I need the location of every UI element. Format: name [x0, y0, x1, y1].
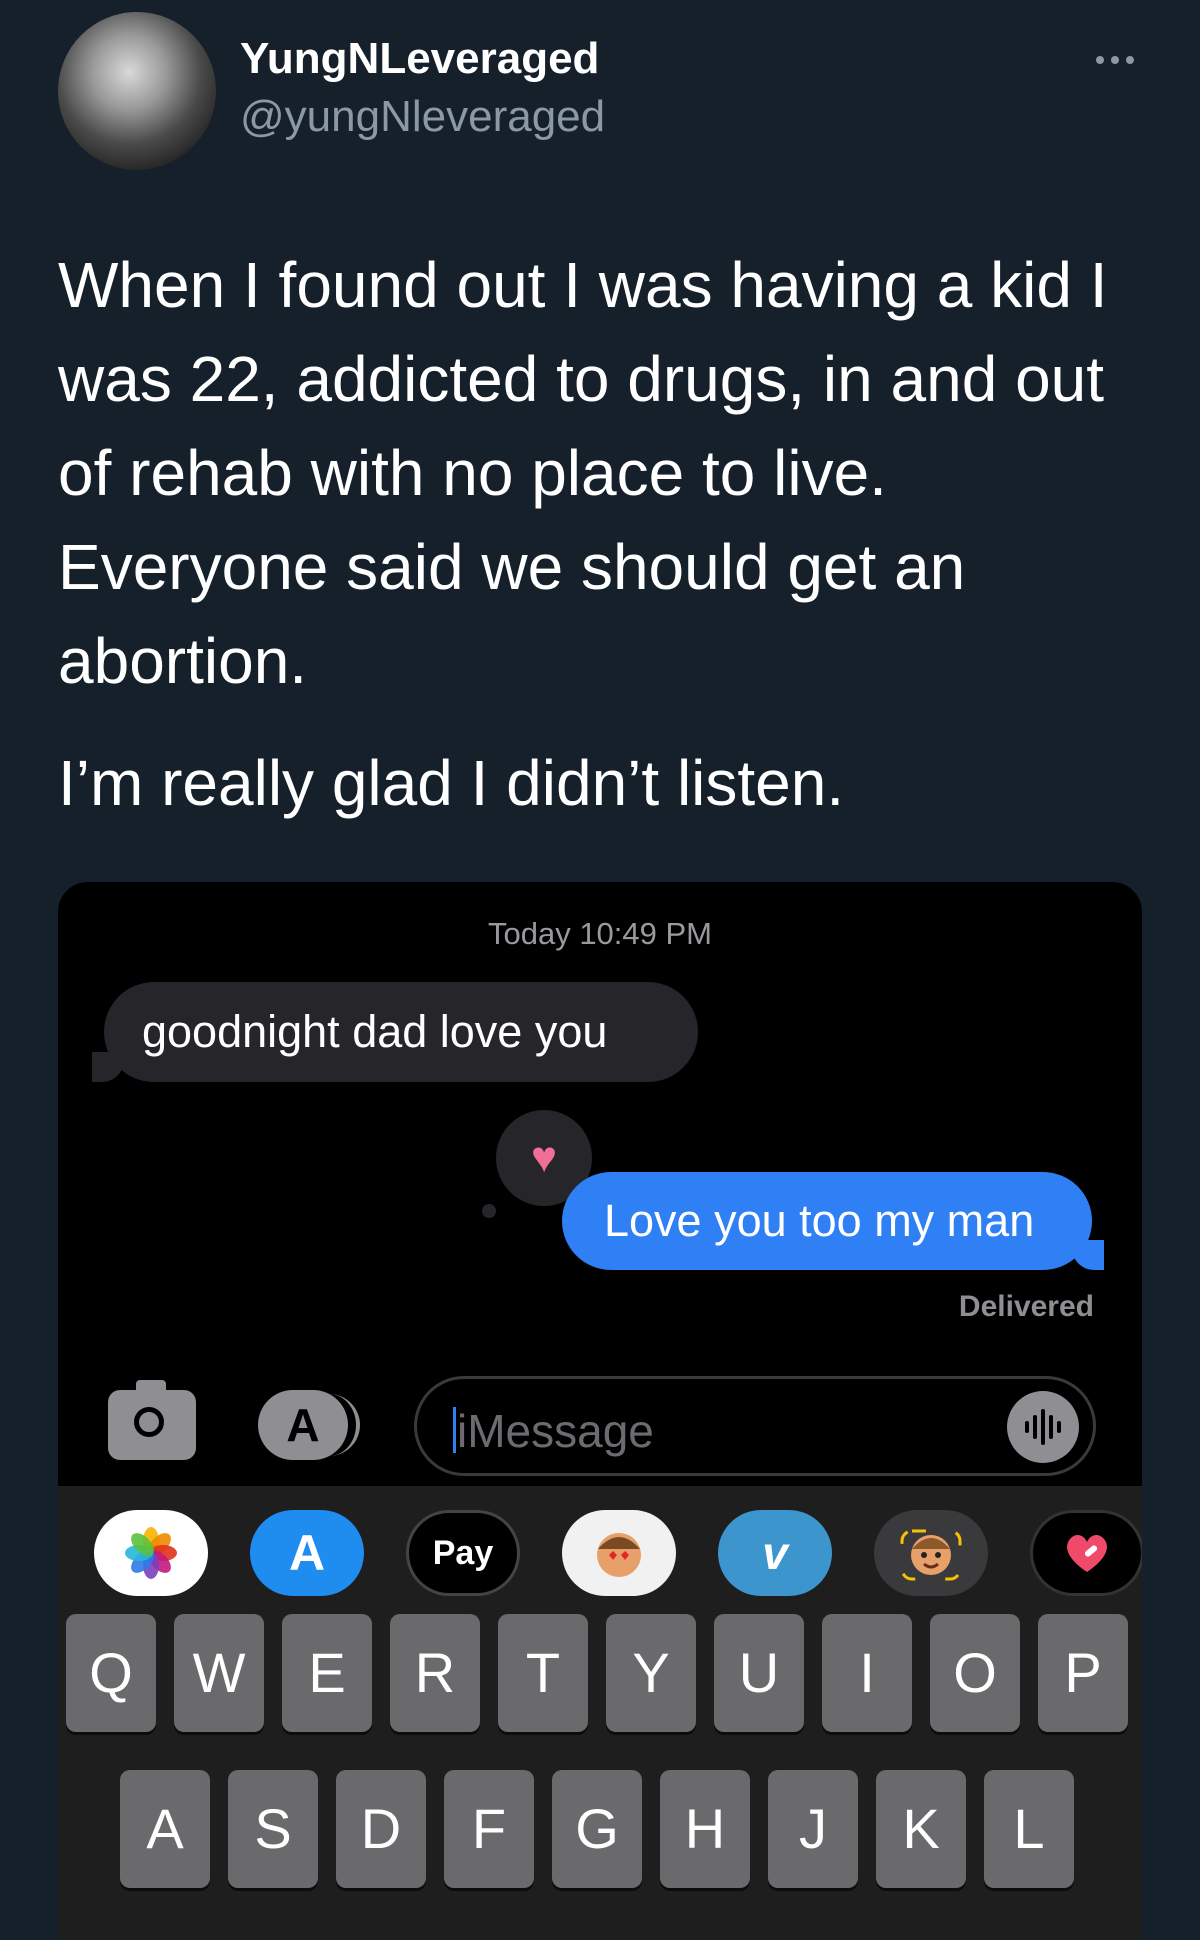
- tapback-tail: [482, 1204, 496, 1218]
- key-q: Q: [66, 1614, 156, 1732]
- key-t: T: [498, 1614, 588, 1732]
- handle[interactable]: @yungNleveraged: [240, 92, 605, 142]
- keyboard: A Pay v Q W E R T Y U I O P A S D F G H …: [58, 1486, 1142, 1940]
- key-w: W: [174, 1614, 264, 1732]
- message-timestamp: Today 10:49 PM: [487, 916, 713, 951]
- camera-icon: [108, 1380, 196, 1460]
- key-p: P: [1038, 1614, 1128, 1732]
- key-g: G: [552, 1770, 642, 1888]
- key-f: F: [444, 1770, 534, 1888]
- photos-icon: [94, 1510, 208, 1596]
- app-store-icon: A: [258, 1390, 360, 1460]
- key-h: H: [660, 1770, 750, 1888]
- memoji-icon: [874, 1510, 988, 1596]
- key-i: I: [822, 1614, 912, 1732]
- avatar[interactable]: [58, 12, 216, 170]
- heart-app-icon: [1030, 1510, 1142, 1596]
- tweet-paragraph: I’m really glad I didn’t listen.: [58, 747, 845, 819]
- key-u: U: [714, 1614, 804, 1732]
- key-y: Y: [606, 1614, 696, 1732]
- key-s: S: [228, 1770, 318, 1888]
- key-j: J: [768, 1770, 858, 1888]
- keyboard-row-2: A S D F G H J K L: [58, 1770, 1142, 1900]
- message-input: iMessage: [414, 1376, 1096, 1476]
- key-a: A: [120, 1770, 210, 1888]
- outgoing-message-bubble: Love you too my man: [562, 1172, 1104, 1270]
- key-e: E: [282, 1614, 372, 1732]
- venmo-icon: v: [718, 1510, 832, 1596]
- apple-pay-label: Pay: [432, 1533, 494, 1572]
- tweet-paragraph: When I found out I was having a kid I wa…: [58, 249, 1108, 697]
- key-d: D: [336, 1770, 426, 1888]
- memoji-stickers-icon: [562, 1510, 676, 1596]
- more-options-icon[interactable]: [1090, 40, 1140, 80]
- key-k: K: [876, 1770, 966, 1888]
- key-o: O: [930, 1614, 1020, 1732]
- keyboard-row-1: Q W E R T Y U I O P: [58, 1614, 1142, 1744]
- app-drawer: A Pay v: [58, 1486, 1142, 1614]
- text-cursor: [453, 1407, 456, 1453]
- display-name[interactable]: YungNLeveraged: [240, 34, 599, 84]
- attached-screenshot[interactable]: Today 10:49 PM goodnight dad love you ♥ …: [58, 882, 1142, 1940]
- apple-pay-icon: Pay: [406, 1510, 520, 1596]
- audio-message-icon: [1007, 1391, 1079, 1463]
- delivery-status: Delivered: [958, 1290, 1094, 1323]
- tweet-text: When I found out I was having a kid I wa…: [58, 238, 1158, 830]
- app-store-icon: A: [250, 1510, 364, 1596]
- key-r: R: [390, 1614, 480, 1732]
- message-input-placeholder: iMessage: [457, 1405, 654, 1457]
- key-l: L: [984, 1770, 1074, 1888]
- incoming-message-bubble: goodnight dad love you: [92, 982, 698, 1082]
